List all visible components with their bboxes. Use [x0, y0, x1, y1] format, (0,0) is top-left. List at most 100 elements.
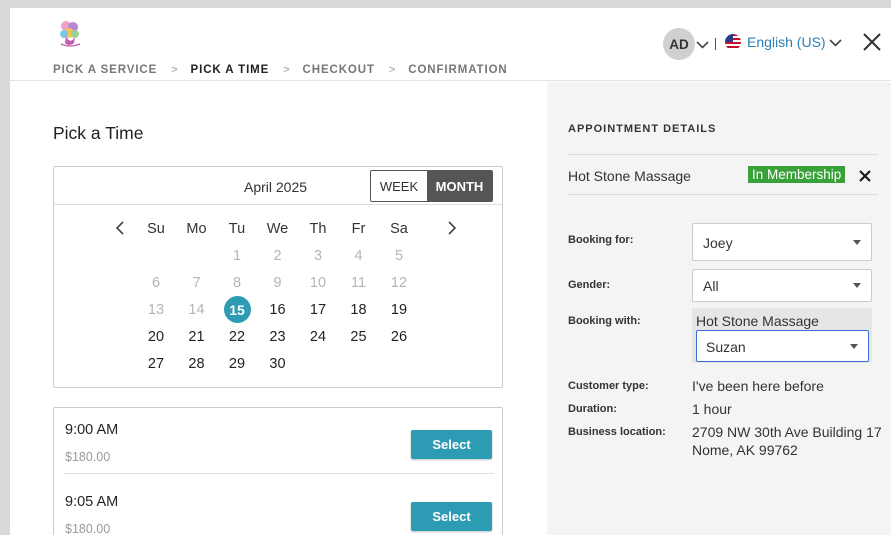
customer-type-value: I've been here before — [692, 378, 824, 394]
chevron-down-icon — [829, 34, 842, 50]
gender-value: All — [703, 278, 719, 294]
page-title: Pick a Time — [53, 123, 144, 143]
calendar-day[interactable]: 27 — [136, 350, 176, 377]
calendar-day-unavailable: 1 — [232, 247, 242, 264]
calendar-header: April 2025 WEEK MONTH — [54, 167, 502, 205]
calendar-day[interactable]: 30 — [258, 350, 298, 377]
calendar-day[interactable]: 29 — [217, 350, 257, 377]
booking-window: PICK A SERVICE > PICK A TIME > CHECKOUT … — [10, 8, 891, 535]
booking-with-label: Booking with: — [568, 315, 641, 327]
business-location-line1: 2709 NW 30th Ave Building 17 — [692, 424, 882, 440]
caret-down-icon — [853, 240, 861, 245]
calendar-day[interactable]: 21 — [177, 323, 217, 350]
slot-price: $180.00 — [65, 522, 111, 535]
calendar-day[interactable]: 19 — [379, 296, 419, 323]
slot-price: $180.00 — [65, 450, 111, 464]
language-label: English (US) — [747, 34, 826, 50]
brand-logo — [56, 19, 84, 49]
calendar-day-label: 15 — [223, 296, 251, 323]
gender-select[interactable]: All — [692, 269, 872, 302]
booking-for-select[interactable]: Joey — [692, 223, 872, 261]
booking-for-label: Booking for: — [568, 234, 634, 246]
language-selector[interactable]: English (US) — [725, 34, 842, 50]
chevron-right-icon[interactable] — [444, 220, 458, 236]
calendar-day-unavailable: 4 — [354, 247, 363, 264]
step-pick-a-service[interactable]: PICK A SERVICE — [53, 64, 157, 76]
calendar-day[interactable]: 22 — [217, 323, 257, 350]
chevron-left-icon[interactable] — [114, 220, 128, 236]
calendar: April 2025 WEEK MONTH Su Mo Tu We Th Fr Sa 1 2 3 4… — [53, 166, 503, 388]
select-button[interactable]: Select — [411, 502, 492, 531]
header: PICK A SERVICE > PICK A TIME > CHECKOUT … — [10, 8, 891, 81]
slot-time: 9:00 AM — [65, 422, 119, 438]
main-panel: Pick a Time April 2025 WEEK MONTH Su Mo Tu… — [10, 82, 547, 535]
service-row: Hot Stone Massage In Membership — [568, 154, 878, 195]
calendar-day[interactable]: 28 — [177, 350, 217, 377]
booking-with-group-label: Hot Stone Massage — [696, 313, 819, 329]
time-slot-list: 9:00 AM $180.00 Select 9:05 AM $180.00 S… — [53, 407, 503, 535]
time-slot: 9:05 AM $180.00 Select — [64, 480, 494, 535]
time-slot: 9:00 AM $180.00 Select — [64, 408, 494, 480]
customer-type-label: Customer type: — [568, 380, 649, 392]
membership-badge: In Membership — [748, 166, 846, 183]
month-view-button[interactable]: MONTH — [427, 171, 492, 201]
caret-down-icon — [853, 283, 861, 288]
calendar-day-unavailable: 9 — [273, 274, 282, 291]
weekday-label: We — [266, 220, 289, 237]
weekday-label: Fr — [351, 220, 366, 237]
calendar-day-unavailable: 8 — [232, 274, 242, 291]
slot-time: 9:05 AM — [65, 494, 119, 510]
calendar-day-selected[interactable]: 15 — [217, 296, 257, 323]
weekday-label: Th — [309, 220, 327, 237]
calendar-day-unavailable: 3 — [313, 247, 323, 264]
calendar-day-unavailable: 12 — [390, 274, 408, 291]
calendar-day[interactable]: 18 — [339, 296, 379, 323]
weekday-label: Mo — [186, 220, 207, 237]
weekday-label: Su — [147, 220, 165, 237]
calendar-day[interactable]: 24 — [298, 323, 338, 350]
caret-down-icon — [850, 344, 858, 349]
week-view-button[interactable]: WEEK — [371, 171, 427, 201]
select-button[interactable]: Select — [411, 430, 492, 459]
duration-label: Duration: — [568, 403, 617, 415]
chevron-down-icon[interactable] — [696, 36, 709, 54]
calendar-day-unavailable: 5 — [394, 247, 404, 264]
remove-service-icon[interactable] — [859, 169, 871, 182]
calendar-day-unavailable: 2 — [273, 247, 282, 264]
calendar-day-unavailable: 13 — [147, 301, 165, 318]
booking-for-value: Joey — [703, 235, 733, 251]
booking-with-value: Suzan — [706, 339, 746, 355]
calendar-day[interactable]: 17 — [298, 296, 338, 323]
weekday-label: Tu — [228, 220, 246, 237]
service-name: Hot Stone Massage — [568, 168, 691, 184]
calendar-day-unavailable: 14 — [188, 301, 205, 318]
chevron-right-icon: > — [388, 64, 397, 76]
chevron-right-icon: > — [171, 64, 179, 76]
weekday-label: Sa — [390, 220, 408, 237]
business-location-line2: Nome, AK 99762 — [692, 442, 798, 458]
breadcrumb: PICK A SERVICE > PICK A TIME > CHECKOUT … — [53, 64, 508, 76]
booking-with-select[interactable]: Suzan — [696, 330, 869, 362]
calendar-day[interactable]: 26 — [379, 323, 419, 350]
calendar-day[interactable]: 16 — [258, 296, 298, 323]
us-flag-icon — [725, 34, 741, 50]
business-location-label: Business location: — [568, 426, 666, 438]
month-label: April 2025 — [244, 179, 308, 195]
divider — [64, 473, 494, 474]
user-avatar[interactable]: AD — [663, 28, 695, 60]
calendar-day[interactable]: 23 — [258, 323, 298, 350]
duration-value: 1 hour — [692, 401, 732, 417]
details-title: APPOINTMENT DETAILS — [568, 123, 717, 135]
step-pick-a-time[interactable]: PICK A TIME — [191, 64, 270, 76]
close-icon[interactable] — [861, 31, 883, 53]
calendar-day-unavailable: 11 — [350, 274, 367, 291]
divider — [715, 38, 716, 50]
gender-label: Gender: — [568, 279, 611, 291]
view-toggle: WEEK MONTH — [370, 170, 493, 202]
calendar-day[interactable]: 20 — [136, 323, 176, 350]
calendar-day[interactable]: 25 — [339, 323, 379, 350]
step-checkout[interactable]: CHECKOUT — [303, 64, 375, 76]
calendar-day-unavailable: 7 — [192, 274, 201, 291]
step-confirmation[interactable]: CONFIRMATION — [408, 64, 507, 76]
calendar-day-unavailable: 6 — [151, 274, 161, 291]
